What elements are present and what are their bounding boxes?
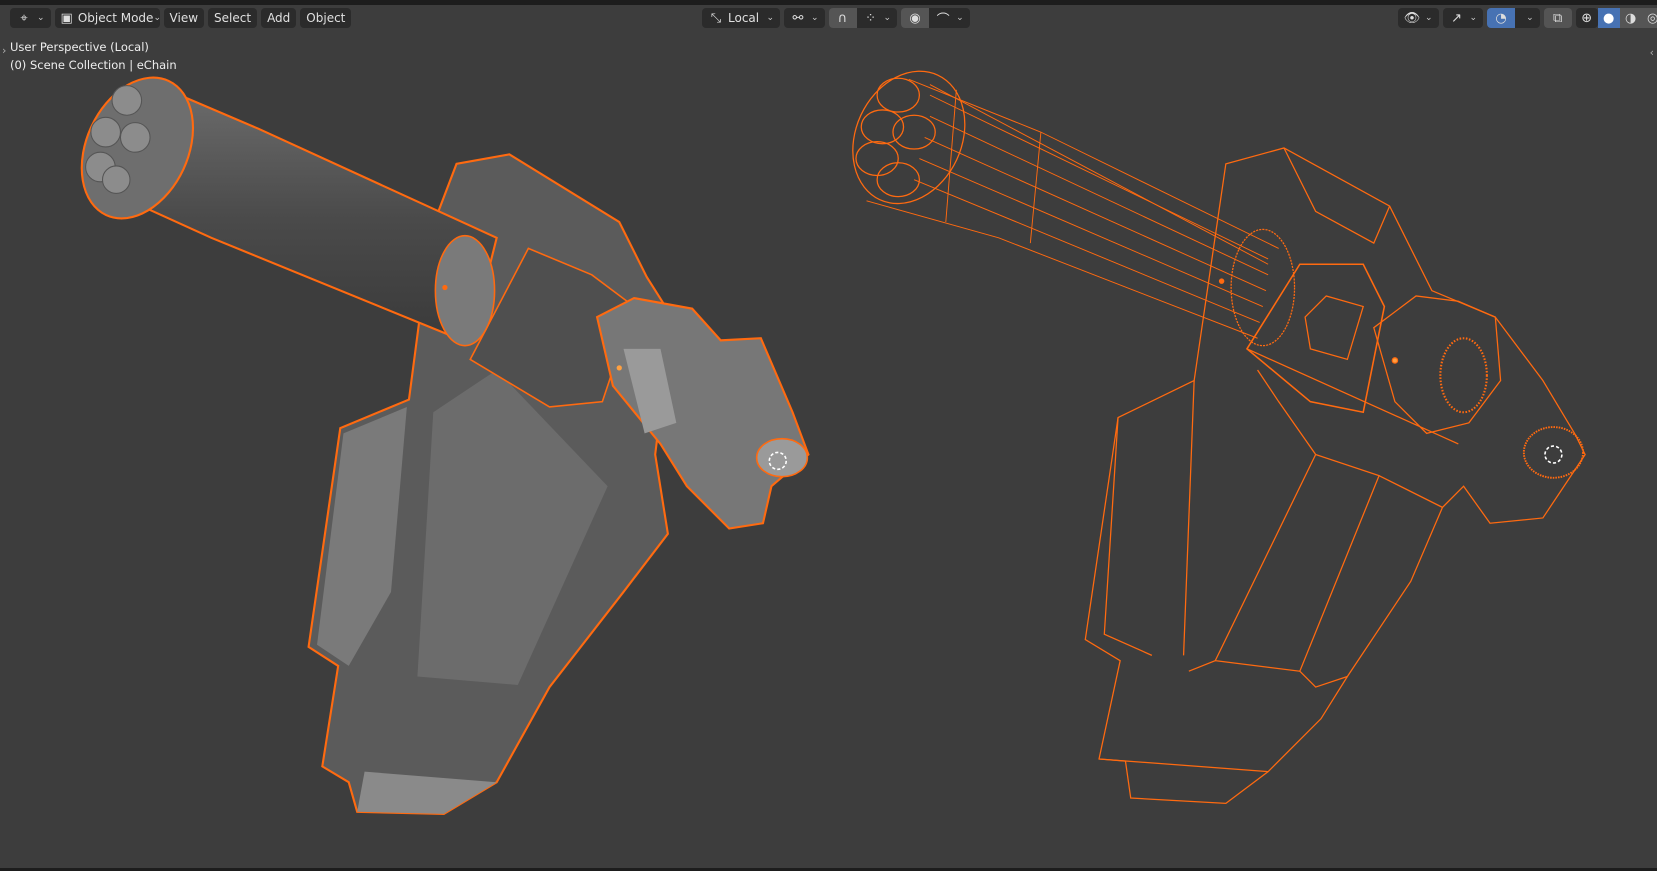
chevron-down-icon: ⌄: [956, 13, 964, 23]
rendered-shading-icon: ◎: [1646, 10, 1657, 26]
falloff-dropdown[interactable]: ⌒ ⌄: [929, 8, 970, 28]
transform-orientation-dropdown[interactable]: ⤡ Local ⌄: [702, 8, 780, 28]
orientation-icon: ⤡: [710, 10, 722, 26]
viewport-header: ⌖ ⌄ ▣ Object Mode ⌄ View Select Add Object …: [0, 5, 1657, 31]
wire-gear: [1439, 337, 1488, 414]
chevron-down-icon: ⌄: [1469, 13, 1478, 23]
xray-icon: ⧉: [1552, 10, 1563, 26]
perspective-label: User Perspective (Local): [10, 40, 149, 54]
solid-shading-icon: ●: [1602, 10, 1615, 26]
chevron-down-icon: ⌄: [766, 13, 774, 23]
solid-model[interactable]: [60, 59, 810, 815]
wire-rear-block: [1373, 295, 1502, 435]
object-origin: [1218, 278, 1225, 284]
overlays-icon: ◔: [1495, 10, 1507, 26]
pivot-icon: ⚯: [792, 10, 804, 26]
proportional-icon: ◉: [909, 10, 921, 26]
object-origin: [442, 284, 448, 291]
chevron-down-icon: ⌄: [1526, 13, 1534, 23]
chevron-down-icon: ⌄: [1425, 13, 1433, 23]
mode-dropdown[interactable]: ▣ Object Mode ⌄: [54, 8, 161, 28]
wire-muzzle-cluster: [852, 70, 966, 205]
wireframe-model[interactable]: [832, 53, 1586, 804]
shading-rendered[interactable]: ◎: [1641, 8, 1657, 28]
chevron-down-icon: ⌄: [811, 13, 819, 23]
menu-view[interactable]: View: [163, 8, 205, 28]
chevron-down-icon: ⌄: [153, 13, 161, 23]
material-shading-icon: ◑: [1624, 10, 1637, 26]
barrel-collar: [434, 234, 496, 347]
wireframe-shading-icon: ⊕: [1581, 10, 1593, 26]
orientation-label: Local: [728, 11, 760, 25]
chevron-down-icon: ⌄: [883, 13, 892, 23]
visibility-dropdown[interactable]: 👁 ⌄: [1398, 8, 1439, 28]
wire-barrel: [866, 78, 1279, 339]
eye-icon: 👁: [1403, 10, 1421, 26]
proportional-edit-toggle[interactable]: ◉: [901, 8, 930, 28]
shading-solid[interactable]: ●: [1597, 8, 1620, 28]
sidebar-expand-arrow[interactable]: ‹: [1650, 46, 1654, 59]
menu-select[interactable]: Select: [208, 8, 258, 28]
object-origin: [616, 365, 622, 371]
toolbar-expand-arrow[interactable]: ›: [2, 44, 6, 57]
gizmo-icon: ↗: [1451, 10, 1462, 26]
pivot-point-dropdown[interactable]: ⚯ ⌄: [784, 8, 825, 28]
shading-material[interactable]: ◑: [1619, 8, 1642, 28]
editor-type-button[interactable]: ⌖ ⌄: [10, 8, 51, 28]
collection-label: (0) Scene Collection | eChain: [10, 58, 177, 72]
wire-body-outline[interactable]: [1084, 147, 1586, 804]
mode-label: Object Mode: [77, 11, 154, 25]
wire-receiver: [1245, 263, 1386, 414]
grid-snap-icon: ⁘: [865, 10, 876, 26]
menu-add[interactable]: Add: [261, 8, 297, 28]
xray-toggle[interactable]: ⧉: [1543, 8, 1572, 28]
object-origin: [1391, 357, 1399, 364]
viewport-icon: ⌖: [20, 10, 28, 26]
falloff-curve-icon: ⌒: [936, 12, 950, 28]
gizmo-toggle[interactable]: ↗ ⌄: [1442, 8, 1484, 28]
model-nozzle: [755, 437, 809, 478]
shading-wireframe[interactable]: ⊕: [1575, 8, 1598, 28]
object-mode-icon: ▣: [60, 10, 73, 26]
snap-toggle[interactable]: ∩: [828, 8, 857, 28]
snap-target-dropdown[interactable]: ⁘ ⌄: [856, 8, 898, 28]
menu-object[interactable]: Object: [300, 8, 352, 28]
overlays-dropdown[interactable]: ⌄: [1515, 8, 1540, 28]
3d-viewport[interactable]: [0, 0, 1657, 871]
magnet-icon: ∩: [837, 10, 848, 26]
chevron-down-icon: ⌄: [37, 13, 45, 23]
overlays-toggle[interactable]: ◔: [1487, 8, 1516, 28]
3d-cursor[interactable]: [1544, 445, 1563, 464]
